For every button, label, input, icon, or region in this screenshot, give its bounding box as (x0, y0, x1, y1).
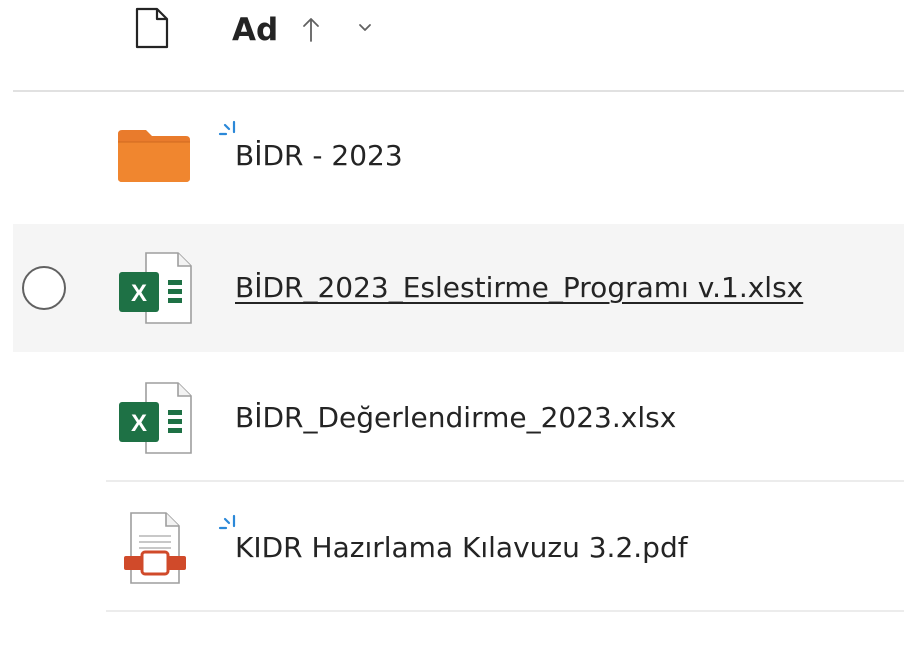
file-list-page: Ad BİDR - 2023 X BİDR_2023_Eslestirme_Pr… (0, 0, 904, 662)
excel-file-icon: X (119, 252, 192, 324)
folder-icon (118, 130, 190, 182)
file-name[interactable]: BİDR_Değerlendirme_2023.xlsx (235, 400, 676, 436)
row-divider (106, 480, 904, 482)
row-select-checkbox[interactable] (22, 266, 66, 310)
pdf-file-icon (124, 512, 186, 584)
list-item[interactable]: KIDR Hazırlama Kılavuzu 3.2.pdf (13, 484, 904, 612)
file-name-link[interactable]: BİDR_2023_Eslestirme_Programı v.1.xlsx (235, 270, 803, 306)
file-name[interactable]: KIDR Hazırlama Kılavuzu 3.2.pdf (235, 530, 688, 566)
row-divider (106, 610, 904, 612)
excel-file-icon: X (119, 382, 192, 454)
svg-text:X: X (131, 410, 147, 437)
arrow-up-icon[interactable] (300, 14, 322, 44)
list-item[interactable]: BİDR - 2023 (13, 92, 904, 220)
file-name[interactable]: BİDR - 2023 (235, 138, 403, 174)
list-item[interactable]: X BİDR_Değerlendirme_2023.xlsx (13, 354, 904, 482)
column-header-name[interactable]: Ad (232, 10, 278, 50)
document-icon (135, 7, 169, 49)
chevron-down-icon[interactable] (356, 20, 374, 36)
svg-text:X: X (131, 280, 147, 307)
list-item[interactable]: X BİDR_2023_Eslestirme_Programı v.1.xlsx (13, 224, 904, 352)
list-header: Ad (0, 0, 904, 92)
